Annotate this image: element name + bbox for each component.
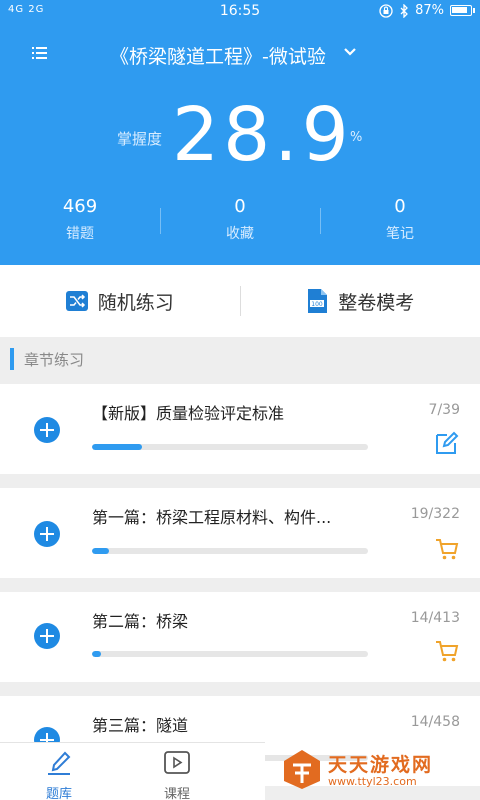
chevron-down-icon[interactable] (343, 45, 357, 59)
stat-label: 收藏 (226, 226, 254, 242)
exam-paper-icon: 100 (308, 289, 328, 313)
chapter-count: 19/322 (410, 506, 460, 522)
progress-fill (92, 651, 102, 657)
watermark: 天天游戏网 www.ttyl23.com (278, 746, 474, 792)
chapter-count: 14/413 (410, 610, 460, 626)
page-title[interactable]: 《桥梁隧道工程》-微试验 (110, 42, 326, 69)
battery-icon (450, 5, 475, 16)
stats-row: 469 错题 0 收藏 0 笔记 (0, 196, 480, 248)
exam-paper-score: 100 (312, 301, 324, 308)
edit-icon[interactable] (434, 430, 460, 456)
stat-notes[interactable]: 0 笔记 (320, 196, 480, 248)
stat-value: 0 (394, 196, 406, 217)
watermark-title: 天天游戏网 (328, 754, 434, 776)
cart-icon[interactable] (434, 536, 460, 562)
progress-bar (92, 444, 368, 450)
tab-label: 题库 (45, 787, 72, 800)
shuffle-icon (65, 291, 88, 311)
cart-icon[interactable] (434, 638, 460, 664)
stat-value: 0 (234, 196, 246, 217)
menu-icon[interactable] (30, 44, 50, 62)
tab-label: 课程 (163, 787, 190, 800)
chapter-name: 第一篇：桥梁工程原材料、构件... (92, 508, 332, 527)
section-accent-bar (10, 348, 14, 370)
mastery-value: 28.9 (172, 92, 353, 178)
section-title: 章节练习 (24, 351, 85, 369)
bluetooth-icon (400, 3, 409, 18)
practice-actions: 随机练习 100 整卷模考 (0, 265, 480, 337)
expand-plus-icon[interactable] (34, 417, 60, 443)
battery-percent: 87% (415, 3, 444, 18)
bottom-tab-bar: 题库 课程 (0, 742, 265, 800)
list-icon (32, 47, 47, 59)
mastery-unit: % (350, 130, 363, 145)
chapter-name: 第三篇：隧道 (92, 716, 189, 735)
chapter-card[interactable]: 第一篇：桥梁工程原材料、构件... 19/322 (0, 488, 480, 578)
progress-bar (92, 548, 368, 554)
progress-fill (92, 548, 109, 554)
random-practice-label: 随机练习 (97, 291, 174, 314)
video-play-icon (164, 751, 190, 774)
chapter-card[interactable]: 第二篇：桥梁 14/413 (0, 592, 480, 682)
progress-fill (92, 444, 142, 450)
chapter-count: 14/458 (410, 714, 460, 730)
stat-favorites[interactable]: 0 收藏 (160, 196, 320, 248)
random-practice-button[interactable]: 随机练习 (0, 288, 240, 315)
section-header: 章节练习 (0, 337, 480, 381)
watermark-logo (284, 750, 320, 789)
expand-plus-icon[interactable] (34, 521, 60, 547)
stat-label: 错题 (66, 226, 94, 242)
watermark-url: www.ttyl23.com (328, 775, 417, 788)
tab-question-bank[interactable]: 题库 (0, 743, 118, 800)
stat-wrong[interactable]: 469 错题 (0, 196, 160, 248)
header: 4G 2G 16:55 87% 《桥梁隧道工程》-微试验 掌握度 28.9 % … (0, 0, 480, 265)
expand-plus-icon[interactable] (34, 623, 60, 649)
status-right: 87% (379, 3, 475, 18)
chapter-card[interactable]: 【新版】质量检验评定标准 7/39 (0, 384, 480, 474)
chapter-count: 7/39 (428, 402, 460, 418)
lock-rotation-icon (379, 3, 393, 18)
chapter-name: 第二篇：桥梁 (92, 612, 189, 631)
mastery-label: 掌握度 (117, 130, 163, 148)
stat-value: 469 (62, 196, 98, 217)
mock-exam-label: 整卷模考 (338, 291, 415, 314)
mock-exam-button[interactable]: 100 整卷模考 (241, 288, 480, 315)
tab-courses[interactable]: 课程 (118, 743, 236, 800)
chapter-name: 【新版】质量检验评定标准 (92, 404, 285, 423)
stat-label: 笔记 (386, 226, 414, 242)
question-bank-icon (48, 751, 71, 775)
progress-bar (92, 651, 368, 657)
status-bar: 4G 2G 16:55 87% (0, 0, 480, 24)
